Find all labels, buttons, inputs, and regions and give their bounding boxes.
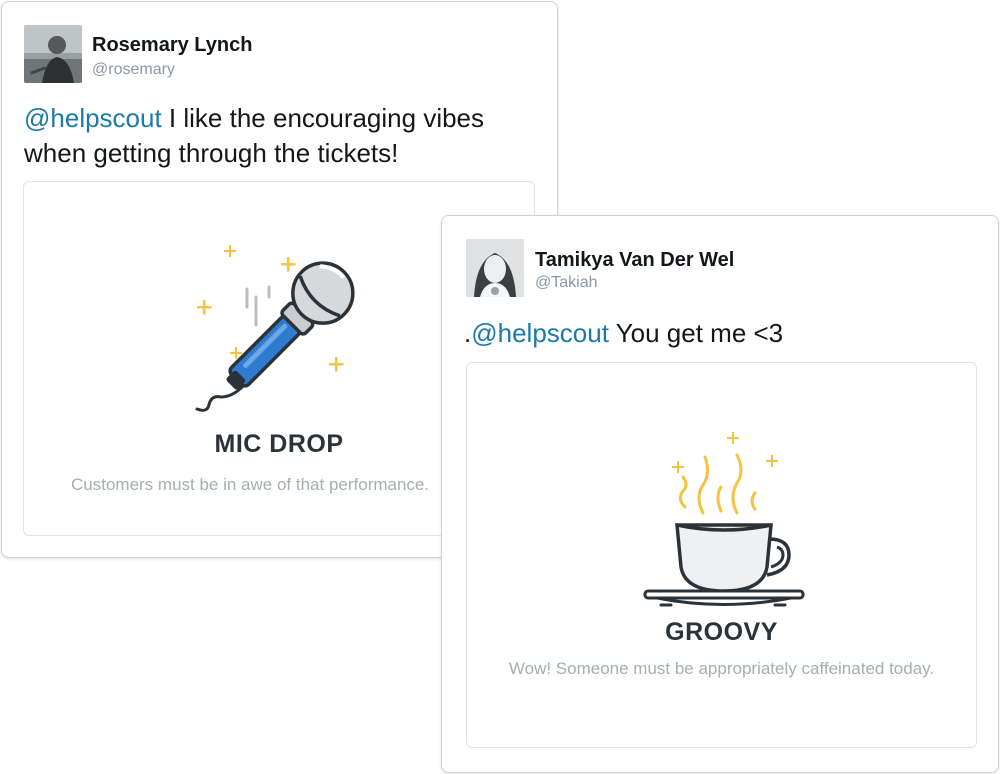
author-handle[interactable]: @Takiah <box>535 274 598 292</box>
author-name[interactable]: Rosemary Lynch <box>92 34 252 57</box>
sparkle-icon <box>672 432 778 473</box>
author-handle[interactable]: @rosemary <box>92 61 175 79</box>
avatar[interactable] <box>466 239 524 297</box>
card-subtitle: Wow! Someone must be appropriately caffe… <box>508 659 935 678</box>
coffee-cup-icon <box>643 432 805 607</box>
avatar[interactable] <box>24 25 82 83</box>
card-title: GROOVY <box>665 618 778 646</box>
author-name[interactable]: Tamikya Van Der Wel <box>535 249 734 272</box>
steam-icon <box>678 453 757 515</box>
tweet-text: @helpscout I like the encouraging vibes … <box>24 101 544 171</box>
avatar-photo <box>466 239 524 297</box>
media-card[interactable]: GROOVY Wow! Someone must be appropriatel… <box>466 362 977 748</box>
mention-link[interactable]: @helpscout <box>471 318 609 348</box>
motion-lines-icon <box>245 285 271 327</box>
mention-link[interactable]: @helpscout <box>24 103 162 133</box>
avatar-photo <box>24 25 82 83</box>
tweet-card: Tamikya Van Der Wel @Takiah .@helpscout … <box>441 215 999 773</box>
tweet-text: .@helpscout You get me <3 <box>464 316 984 351</box>
tweet-body: You get me <3 <box>608 318 784 348</box>
microphone-icon <box>195 245 355 412</box>
card-subtitle: Customers must be in awe of that perform… <box>71 475 430 494</box>
